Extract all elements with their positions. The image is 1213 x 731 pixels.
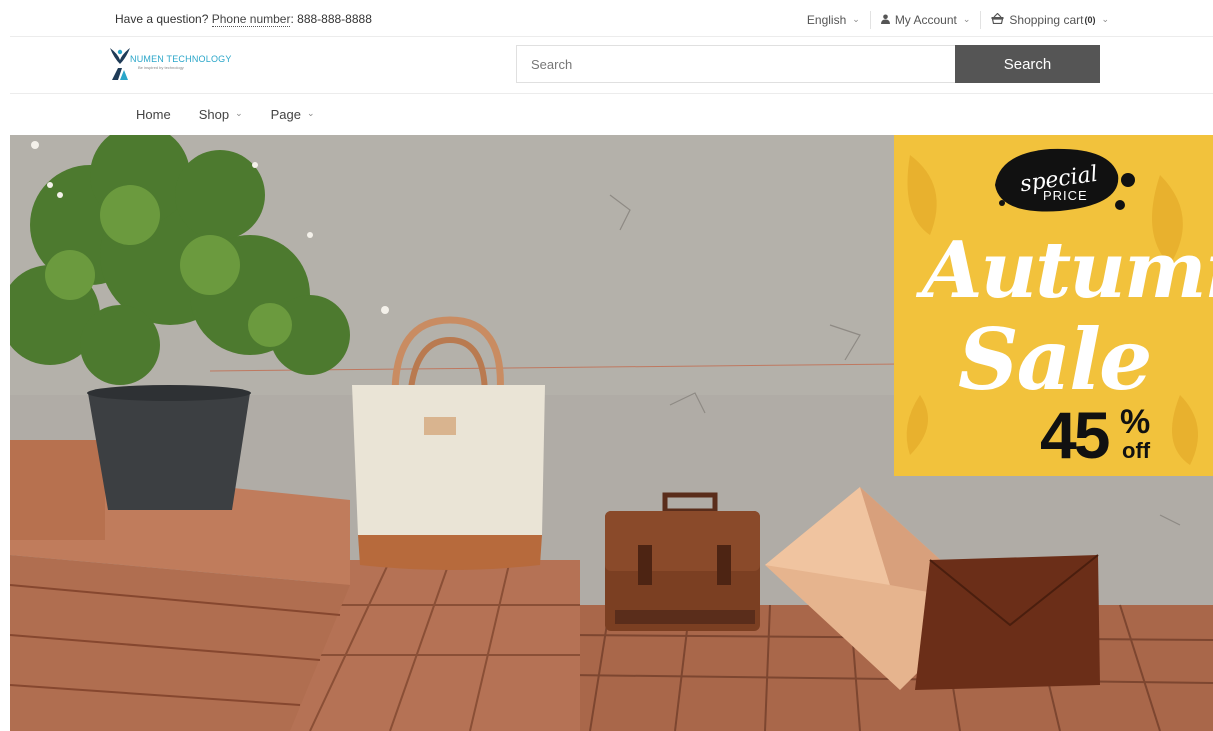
nav-item-page[interactable]: Page ⌄: [271, 107, 315, 122]
search-input[interactable]: [516, 45, 955, 83]
logo-name: NUMEN TECHNOLOGY: [130, 54, 232, 64]
top-bar: Have a question? Phone number: 888-888-8…: [0, 0, 1213, 37]
question-text: Have a question?: [115, 12, 212, 26]
nav-item-shop[interactable]: Shop ⌄: [199, 107, 243, 122]
my-account-label: My Account: [894, 13, 957, 27]
logo-mark-icon: [110, 48, 130, 80]
phone-label: Phone number: [211, 12, 291, 27]
chevron-down-icon: ⌄: [235, 108, 243, 118]
logo-tagline: Be inspired by technology: [138, 65, 184, 70]
phone-number[interactable]: 888-888-8888: [297, 12, 372, 26]
chevron-down-icon: ⌄: [1101, 13, 1109, 24]
search-button[interactable]: Search: [955, 45, 1100, 83]
language-label: English: [806, 13, 847, 27]
discount-off: off: [1122, 438, 1151, 463]
my-account-menu[interactable]: My Account ⌄: [880, 13, 971, 27]
discount-percent: %: [1120, 403, 1151, 441]
sale-word-autumn: Autumn: [922, 225, 1213, 316]
divider: [980, 11, 982, 29]
chevron-down-icon: ⌄: [852, 13, 860, 24]
cart-count-badge: (0): [1084, 15, 1096, 25]
shopping-cart-menu[interactable]: Shopping cart (0) ⌄: [991, 12, 1109, 27]
nav-item-home[interactable]: Home: [136, 107, 171, 122]
discount-value: 45: [1040, 398, 1110, 472]
basket-icon: [991, 12, 1004, 27]
user-icon: [880, 13, 890, 27]
hero-banner[interactable]: special PRICE Autumn Sale 45 % off: [10, 135, 1213, 731]
chevron-down-icon: ⌄: [962, 13, 971, 24]
shopping-cart-label: Shopping cart: [1009, 13, 1084, 27]
chevron-down-icon: ⌄: [306, 108, 315, 118]
nav-item-label: Page: [270, 107, 301, 122]
divider: [869, 11, 871, 29]
nav-item-label: Home: [136, 107, 171, 122]
sale-word-sale: Sale: [958, 310, 1152, 409]
contact-info: Have a question? Phone number: 888-888-8…: [115, 12, 372, 27]
nav-item-label: Shop: [198, 107, 230, 122]
site-logo[interactable]: NUMEN TECHNOLOGY Be inspired by technolo…: [108, 46, 248, 84]
divider: [10, 36, 1213, 37]
main-navigation: Home Shop ⌄ Page ⌄: [136, 107, 343, 122]
language-selector[interactable]: English ⌄: [807, 13, 860, 27]
badge-price-text: PRICE: [1043, 188, 1088, 203]
divider: [10, 93, 1213, 94]
top-right-menu: English ⌄ My Account ⌄ Shopping cart (0) …: [807, 11, 1109, 29]
